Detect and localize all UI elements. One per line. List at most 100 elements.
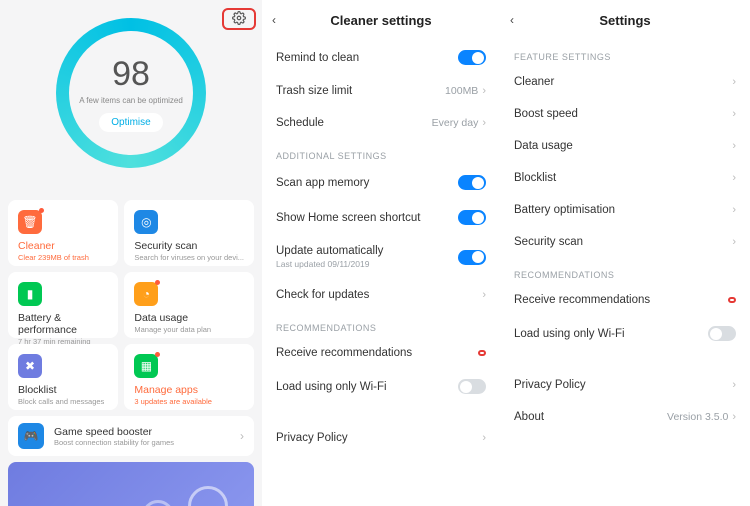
optimization-score: 98 — [112, 55, 150, 94]
data-usage-card[interactable]: ◔ Data usage Manage your data plan — [124, 272, 254, 338]
card-title: Manage apps — [134, 384, 244, 396]
row-label: Receive recommendations — [276, 347, 478, 359]
chevron-right-icon: › — [732, 411, 736, 423]
row-label: Privacy Policy — [276, 432, 482, 444]
card-title: Battery & performance — [18, 312, 108, 336]
row-label: About — [514, 411, 667, 423]
battery-row[interactable]: Battery optimisation › — [500, 194, 750, 226]
row-value: 100MB — [445, 85, 478, 97]
section-header-feature: FEATURE SETTINGS — [500, 40, 750, 66]
toggle-switch[interactable] — [458, 250, 486, 265]
wifi-only-row[interactable]: Load using only Wi-Fi — [500, 316, 750, 351]
cleaner-card[interactable]: 🗑 Cleaner Clear 239MB of trash — [8, 200, 118, 266]
row-label: Check for updates — [276, 289, 482, 301]
security-scan-card[interactable]: ◎ Security scan Search for viruses on yo… — [124, 200, 254, 266]
chevron-right-icon: › — [482, 85, 486, 97]
card-subtitle: Block calls and messages — [18, 397, 108, 406]
chevron-right-icon: › — [482, 432, 486, 444]
row-label: Trash size limit — [276, 85, 445, 97]
toggle-switch[interactable] — [458, 50, 486, 65]
toggle-switch[interactable] — [708, 326, 736, 341]
optimise-button[interactable]: Optimise — [99, 113, 162, 132]
optimization-subtitle: A few items can be optimized — [79, 96, 183, 105]
apps-icon: ▦ — [134, 354, 158, 378]
card-title: Data usage — [134, 312, 244, 324]
section-header-additional: ADDITIONAL SETTINGS — [262, 139, 500, 165]
chevron-right-icon: › — [482, 289, 486, 301]
receive-recommendations-row[interactable]: Receive recommendations — [262, 337, 500, 369]
row-label: Update automatically Last updated 09/11/… — [276, 245, 458, 269]
manage-apps-card[interactable]: ▦ Manage apps 3 updates are available — [124, 344, 254, 410]
home-shortcut-row[interactable]: Show Home screen shortcut — [262, 200, 500, 235]
gear-icon[interactable] — [232, 11, 246, 28]
back-button[interactable]: ‹ — [510, 13, 528, 27]
section-header-recommendations: RECOMMENDATIONS — [500, 258, 750, 284]
row-label: Show Home screen shortcut — [276, 212, 458, 224]
blocklist-card[interactable]: ✖ Blocklist Block calls and messages — [8, 344, 118, 410]
row-label: Boost speed — [514, 108, 732, 120]
card-subtitle: Clear 239MB of trash — [18, 253, 108, 262]
schedule-row[interactable]: Schedule Every day › — [262, 107, 500, 139]
row-label: Security scan — [514, 236, 732, 248]
toggle-switch[interactable] — [458, 379, 486, 394]
boost-speed-row[interactable]: Boost speed › — [500, 98, 750, 130]
row-label: Receive recommendations — [514, 294, 728, 306]
row-label: Cleaner — [514, 76, 732, 88]
card-subtitle: Boost connection stability for games — [54, 438, 230, 447]
row-label: Blocklist — [514, 172, 732, 184]
privacy-policy-row[interactable]: Privacy Policy › — [500, 369, 750, 401]
card-subtitle: Manage your data plan — [134, 325, 244, 334]
receive-recommendations-row[interactable]: Receive recommendations — [500, 284, 750, 316]
chevron-right-icon: › — [732, 204, 736, 216]
privacy-policy-row[interactable]: Privacy Policy › — [262, 422, 500, 454]
block-icon: ✖ — [18, 354, 42, 378]
chevron-right-icon: › — [732, 172, 736, 184]
row-label: Load using only Wi-Fi — [276, 381, 458, 393]
chevron-right-icon: › — [732, 379, 736, 391]
remind-to-clean-row[interactable]: Remind to clean — [262, 40, 500, 75]
section-header-recommendations: RECOMMENDATIONS — [262, 311, 500, 337]
cleaner-row[interactable]: Cleaner › — [500, 66, 750, 98]
chevron-right-icon: › — [732, 108, 736, 120]
highlight-box — [728, 297, 736, 303]
about-row[interactable]: About Version 3.5.0 › — [500, 401, 750, 433]
scan-memory-row[interactable]: Scan app memory — [262, 165, 500, 200]
update-auto-row[interactable]: Update automatically Last updated 09/11/… — [262, 235, 500, 279]
chevron-right-icon: › — [732, 140, 736, 152]
row-label: Schedule — [276, 117, 432, 129]
row-label: Load using only Wi-Fi — [514, 328, 708, 340]
row-main-label: Update automatically — [276, 245, 458, 257]
wifi-only-row[interactable]: Load using only Wi-Fi — [262, 369, 500, 404]
row-sub-label: Last updated 09/11/2019 — [276, 259, 458, 269]
shield-scan-icon: ◎ — [134, 210, 158, 234]
trash-size-row[interactable]: Trash size limit 100MB › — [262, 75, 500, 107]
back-button[interactable]: ‹ — [272, 13, 290, 27]
toggle-switch[interactable] — [458, 175, 486, 190]
blocklist-row[interactable]: Blocklist › — [500, 162, 750, 194]
toggle-switch[interactable] — [458, 210, 486, 225]
row-label: Data usage — [514, 140, 732, 152]
row-label: Remind to clean — [276, 52, 458, 64]
row-label: Battery optimisation — [514, 204, 732, 216]
check-updates-row[interactable]: Check for updates › — [262, 279, 500, 311]
chevron-right-icon: › — [732, 236, 736, 248]
card-title: Game speed booster — [54, 426, 230, 438]
card-title: Security scan — [134, 240, 244, 252]
row-label: Privacy Policy — [514, 379, 732, 391]
card-subtitle: Search for viruses on your devi... — [134, 253, 244, 262]
row-label: Scan app memory — [276, 177, 458, 189]
battery-card[interactable]: ▮ Battery & performance 7 hr 37 min rema… — [8, 272, 118, 338]
battery-icon: ▮ — [18, 282, 42, 306]
chevron-right-icon: › — [482, 117, 486, 129]
chevron-right-icon: › — [240, 429, 244, 443]
row-value: Every day — [432, 117, 479, 129]
settings-gear-highlight — [222, 8, 256, 30]
game-icon: 🎮 — [18, 423, 44, 449]
data-usage-row[interactable]: Data usage › — [500, 130, 750, 162]
promo-banner[interactable] — [8, 462, 254, 506]
game-booster-card[interactable]: 🎮 Game speed booster Boost connection st… — [8, 416, 254, 456]
card-subtitle: 3 updates are available — [134, 397, 244, 406]
row-value: Version 3.5.0 — [667, 411, 728, 423]
security-scan-row[interactable]: Security scan › — [500, 226, 750, 258]
data-icon: ◔ — [134, 282, 158, 306]
